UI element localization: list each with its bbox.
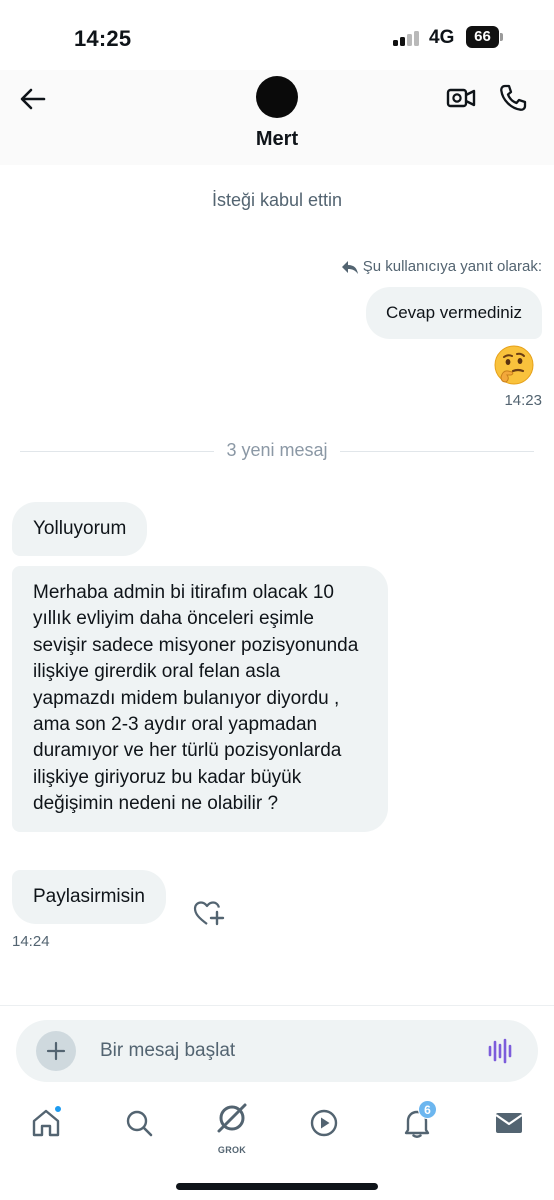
audio-waveform-icon [488, 1038, 512, 1064]
video-call-button[interactable] [445, 82, 477, 114]
composer-divider [0, 1005, 554, 1006]
nav-notifications[interactable]: 6 [397, 1100, 437, 1143]
reply-context-label: Şu kullanıcıya yanıt olarak: [362, 258, 542, 275]
nav-messages[interactable] [489, 1103, 529, 1143]
video-camera-icon [446, 88, 476, 108]
network-label: 4G [429, 27, 455, 48]
nav-search[interactable] [119, 1103, 159, 1143]
status-bar: 14:25 4G 66 [0, 0, 554, 70]
message-input[interactable] [100, 1037, 460, 1065]
avatar[interactable] [256, 76, 298, 118]
battery-icon: 66 [466, 26, 503, 48]
thinking-face-icon[interactable] [493, 344, 535, 386]
notifications-badge: 6 [418, 1100, 437, 1119]
reply-arrow-icon [341, 260, 358, 274]
attach-button[interactable] [36, 1031, 76, 1071]
incoming-message[interactable]: Merhaba admin bi itirafım olacak 10 yıll… [12, 566, 388, 832]
battery-level: 66 [466, 26, 499, 48]
play-icon [310, 1109, 338, 1137]
chat-header: Mert [0, 70, 554, 165]
incoming-message[interactable]: Paylasirmisin [12, 870, 166, 924]
add-reaction-button[interactable] [193, 898, 225, 928]
plus-icon [46, 1041, 66, 1061]
contact-name[interactable]: Mert [0, 128, 554, 151]
arrow-left-icon [20, 88, 46, 110]
outgoing-timestamp: 14:23 [504, 392, 542, 409]
back-button[interactable] [16, 84, 50, 114]
message-composer [16, 1020, 538, 1082]
nav-home[interactable] [26, 1103, 66, 1143]
signal-icon [393, 30, 423, 46]
status-time: 14:25 [74, 26, 132, 51]
incoming-timestamp: 14:24 [12, 933, 50, 950]
bottom-navigation: GROK 6 [0, 1093, 554, 1158]
phone-icon [500, 84, 527, 111]
grok-label: GROK [217, 1145, 247, 1155]
mail-icon [495, 1113, 523, 1133]
nav-grok[interactable]: GROK [212, 1103, 252, 1155]
home-indicator [176, 1183, 378, 1190]
voice-message-button[interactable] [486, 1037, 516, 1065]
heart-plus-icon [193, 901, 225, 926]
system-message: İsteği kabul ettin [211, 190, 343, 210]
search-icon [126, 1110, 153, 1137]
incoming-message[interactable]: Yolluyorum [12, 502, 148, 556]
reply-context: Şu kullanıcıya yanıt olarak: [341, 258, 542, 275]
voice-call-button[interactable] [497, 82, 529, 114]
new-messages-divider: 3 yeni mesaj [20, 438, 534, 464]
outgoing-message[interactable]: Cevap vermediniz [365, 287, 542, 339]
home-badge-dot [54, 1105, 62, 1113]
grok-icon [217, 1103, 247, 1133]
nav-video[interactable] [304, 1103, 344, 1143]
new-messages-label: 3 yeni mesaj [214, 440, 340, 460]
